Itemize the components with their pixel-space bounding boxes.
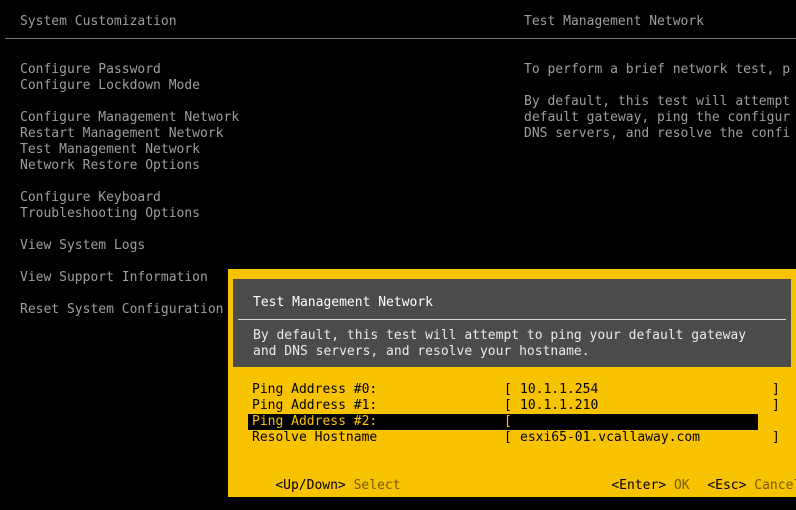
pane-text-line: To perform a brief network test, p <box>524 62 791 77</box>
pane-text-line: By default, this test will attempt <box>524 94 791 109</box>
menu-item-test-management-network[interactable]: Test Management Network <box>20 142 200 158</box>
resolve-hostname-input[interactable]: esxi65-01.vcallaway.com <box>520 430 700 446</box>
ping-address-0-row[interactable]: Ping Address #0: [ 10.1.1.254 ] <box>248 382 780 398</box>
resolve-hostname-row[interactable]: Resolve Hostname [ esxi65-01.vcallaway.c… <box>248 430 780 446</box>
cancel-label: Cancel <box>754 478 796 493</box>
cancel-button[interactable]: <Esc> Cancel <box>676 462 796 510</box>
dialog-header: Test Management Network By default, this… <box>233 279 791 367</box>
menu-item-configure-lockdown-mode[interactable]: Configure Lockdown Mode <box>20 78 200 94</box>
menu-item-view-support-information[interactable]: View Support Information <box>20 270 208 286</box>
select-action: Select <box>353 478 401 493</box>
menu-item-restart-management-network[interactable]: Restart Management Network <box>20 126 224 142</box>
up-down-key: <Up/Down> <box>275 478 346 493</box>
menu-item-view-system-logs[interactable]: View System Logs <box>20 238 145 254</box>
ping-address-2-row[interactable]: Ping Address #2: [ ] <box>248 414 780 430</box>
enter-key: <Enter> <box>611 478 667 493</box>
dialog-description: By default, this test will attempt to pi… <box>253 328 747 343</box>
field-label: Resolve Hostname <box>252 430 378 445</box>
pane-text-line: default gateway, ping the configur <box>524 110 791 125</box>
header-divider <box>5 38 796 39</box>
menu-item-configure-management-network[interactable]: Configure Management Network <box>20 110 239 126</box>
bracket-close: ] <box>772 398 780 413</box>
menu-item-network-restore-options[interactable]: Network Restore Options <box>20 158 200 174</box>
menu-item-reset-system-configuration[interactable]: Reset System Configuration <box>20 302 224 318</box>
select-hint: <Up/Down> Select <box>244 462 401 510</box>
screen-title: System Customization <box>20 14 177 29</box>
test-network-dialog: Test Management Network By default, this… <box>228 269 796 497</box>
bracket-close: ] <box>772 414 780 429</box>
field-label: Ping Address #0: <box>252 382 378 397</box>
field-label: Ping Address #2: <box>252 414 378 429</box>
menu-item-troubleshooting-options[interactable]: Troubleshooting Options <box>20 206 200 222</box>
bracket-open: [ <box>504 430 512 445</box>
bracket-open: [ <box>504 398 512 413</box>
ping-address-1-input[interactable]: 10.1.1.210 <box>520 398 598 414</box>
ping-address-1-row[interactable]: Ping Address #1: [ 10.1.1.210 ] <box>248 398 780 414</box>
ok-button[interactable]: <Enter> OK <box>580 462 689 510</box>
pane-title: Test Management Network <box>524 14 705 29</box>
bracket-close: ] <box>772 430 780 445</box>
dialog-divider <box>238 319 786 320</box>
pane-text-line: DNS servers, and resolve the confi <box>524 126 791 141</box>
menu-item-configure-keyboard[interactable]: Configure Keyboard <box>20 190 161 206</box>
dialog-title: Test Management Network <box>253 295 434 310</box>
bracket-close: ] <box>772 382 780 397</box>
bracket-open: [ <box>504 382 512 397</box>
menu-item-configure-password[interactable]: Configure Password <box>20 62 161 78</box>
ping-address-0-input[interactable]: 10.1.1.254 <box>520 382 598 398</box>
dialog-description: and DNS servers, and resolve your hostna… <box>253 344 590 359</box>
bracket-open: [ <box>504 414 512 429</box>
field-label: Ping Address #1: <box>252 398 378 413</box>
esc-key: <Esc> <box>707 478 747 493</box>
